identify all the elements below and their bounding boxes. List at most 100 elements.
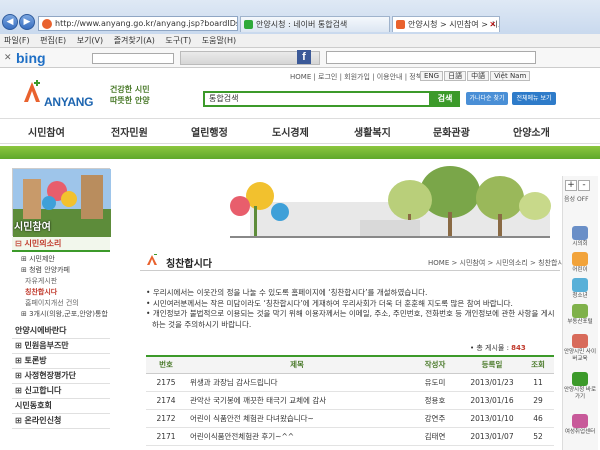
row-views: 52 [522,427,554,446]
kids-icon [572,252,588,266]
site-search-input[interactable]: 통합검색 [203,91,431,107]
row-title-link[interactable]: 어린이식품안전체험관 후기~^^ [186,427,408,446]
lnb-online-label: 온라인신청 [24,416,62,425]
lnb-praise[interactable]: 칭찬합시다 [12,287,110,298]
table-row[interactable]: 2172 어린이 식품안전 체험관 다녀왔습니다~ 강연주 2013/01/10… [146,409,554,428]
lnb-free-board[interactable]: 자유게시판 [12,276,110,287]
left-nav: ⊞ 시민제안 ⊞ 청렴 안양카페 자유게시판 칭찬합시다 홈페이지개선 건의 ⊞… [12,254,110,429]
bing-logo: bing [16,50,46,66]
alphabetical-search-button[interactable]: 가나다순 찾기 [466,92,508,105]
lnb-improve[interactable]: 홈페이지개선 건의 [12,298,110,309]
gnb-about[interactable]: 안양소개 [513,124,550,139]
lnb-suggest-label: 시민제안 [29,255,55,263]
utility-nav[interactable]: HOME | 로그인 | 회원가입 | 이용안내 | 정책실 [290,72,429,82]
toolbar-text-input[interactable] [326,51,536,64]
quick-realestate-label: 부동산포털 [567,319,593,325]
lang-vn[interactable]: Việt Nam [490,71,531,81]
post-count: • 총 게시물 : 843 [470,344,526,352]
education-icon [572,334,588,348]
slogan-line2: 따뜻한 안양 [110,96,150,105]
row-views: 29 [522,391,554,410]
menu-bar: 파일(F) 편집(E) 보기(V) 즐겨찾기(A) 도구(T) 도움말(H) [0,34,600,48]
row-author: 김태연 [408,427,462,446]
quick-council[interactable]: 시의회 [562,226,598,248]
row-author: 강연주 [408,409,462,428]
address-bar[interactable]: http://www.anyang.go.kr/anyang.jsp?board… [38,16,238,31]
font-decrease-button[interactable]: - [578,180,590,191]
anyang-logo-icon[interactable] [22,80,42,104]
col-views: 조회 [522,357,554,374]
close-icon[interactable]: ✕ [489,17,496,32]
lnb-suggest[interactable]: ⊞ 시민제안 [12,254,110,265]
quick-realestate[interactable]: 부동산포털 [562,304,598,326]
lnb-evaluation[interactable]: ⊞ 사정현장평가단 [12,369,110,384]
close-toolbar-icon[interactable]: ✕ [4,53,12,63]
quick-women[interactable]: 여성취업센터 [562,414,598,436]
lnb-cafe-label: 청렴 안양카페 [29,266,70,274]
col-number: 번호 [146,357,186,374]
tab-naver[interactable]: 안양시청 : 네이버 통합검색 [240,16,390,32]
table-row[interactable]: 2171 어린이식품안전체험관 후기~^^ 김태연 2013/01/07 52 [146,427,554,446]
toolbar-search-input[interactable] [92,53,174,64]
table-row[interactable]: 2175 위생과 과장님 감사드립니다 유도미 2013/01/23 11 [146,373,554,392]
gnb-civil[interactable]: 전자민원 [111,124,148,139]
board-table: 번호 제목 작성자 등록일 조회 2175 위생과 과장님 감사드립니다 유도미… [146,355,554,446]
row-views: 11 [522,373,554,392]
gnb-admin[interactable]: 열린행정 [191,124,228,139]
menu-view[interactable]: 보기(V) [77,36,103,45]
back-icon[interactable]: ◀ [2,14,18,30]
audio-toggle[interactable]: 음성 OFF [564,194,589,203]
forward-icon[interactable]: ▶ [19,14,35,30]
row-views: 46 [522,409,554,428]
row-title-link[interactable]: 관악산 국기봉에 깨끗한 태극기 교체에 감사 [186,391,408,410]
lang-jp[interactable]: 日語 [444,71,467,81]
lnb-evaluation-label: 사정현장평가단 [24,371,77,380]
quick-kids[interactable]: 어린이 [562,252,598,274]
facebook-icon[interactable]: f [297,50,311,64]
gnb-citizen[interactable]: 시민참여 [28,124,65,139]
tab-label: 안양시청 : 네이버 통합검색 [256,20,348,29]
lnb-title-text: 시민의소리 [24,239,62,248]
notice-line: • 우리시에서는 이웃간의 정을 나눌 수 있도록 홈페이지에 ‘칭찬합시다’를… [146,288,428,297]
search-button[interactable]: 검색 [430,91,460,107]
quick-youth-label: 청소년 [572,293,588,299]
menu-edit[interactable]: 편집(E) [40,36,66,45]
lnb-integration-label: 3개시(의왕,군포,안양)통합 [29,310,108,318]
quick-cityhall[interactable]: 안양시청 바로가기 [562,372,598,401]
quick-youth[interactable]: 청소년 [562,278,598,300]
lnb-club[interactable]: 시민동호회 [12,399,110,414]
women-icon [572,414,588,428]
lnb-forum[interactable]: ⊞ 토론방 [12,354,110,369]
title-bullet-icon [147,254,157,265]
menu-file[interactable]: 파일(F) [4,36,30,45]
lnb-report[interactable]: ⊞ 신고합니다 [12,384,110,399]
quick-education[interactable]: 안양시민 사이버교육 [562,334,598,363]
anyang-favicon-icon [396,20,405,29]
divider [140,270,560,271]
font-increase-button[interactable]: + [565,180,577,191]
breadcrumb[interactable]: HOME > 시민참여 > 시민의소리 > 칭찬합시다 [428,258,570,268]
lnb-wish[interactable]: 안양시에바란다 [12,324,110,339]
notice-text-1: 우리시에서는 이웃간의 정을 나눌 수 있도록 홈페이지에 ‘칭찬합시다’를 개… [152,288,428,297]
menu-favorites[interactable]: 즐겨찾기(A) [114,36,155,45]
menu-help[interactable]: 도움말(H) [202,36,236,45]
lnb-ombudsman[interactable]: ⊞ 민원음부즈만 [12,339,110,354]
address-text: http://www.anyang.go.kr/anyang.jsp?board… [55,19,238,28]
lang-cn[interactable]: 中語 [467,71,490,81]
row-title-link[interactable]: 어린이 식품안전 체험관 다녀왔습니다~ [186,409,408,428]
all-menu-button[interactable]: 전체메뉴 보기 [512,92,556,105]
lnb-integration[interactable]: ⊞ 3개시(의왕,군포,안양)통합 [12,309,110,320]
lnb-online[interactable]: ⊞ 온라인신청 [12,414,110,429]
logo-text[interactable]: ANYANG [44,95,93,109]
menu-tools[interactable]: 도구(T) [165,36,191,45]
lnb-cafe[interactable]: ⊞ 청렴 안양카페 [12,265,110,276]
tab-anyang[interactable]: 안양시청 > 시민참여 > 시... ✕ [392,16,500,32]
gnb-culture[interactable]: 문화관광 [433,124,470,139]
row-title-link[interactable]: 위생과 과장님 감사드립니다 [186,373,408,392]
table-row[interactable]: 2174 관악산 국기봉에 깨끗한 태극기 교체에 감사 정용호 2013/01… [146,391,554,410]
lnb-title[interactable]: ⊟ 시민의소리 [12,237,110,252]
lang-eng[interactable]: ENG [420,71,444,81]
gnb-welfare[interactable]: 생활복지 [354,124,391,139]
gnb-economy[interactable]: 도시경제 [272,124,309,139]
col-date: 등록일 [462,357,522,374]
